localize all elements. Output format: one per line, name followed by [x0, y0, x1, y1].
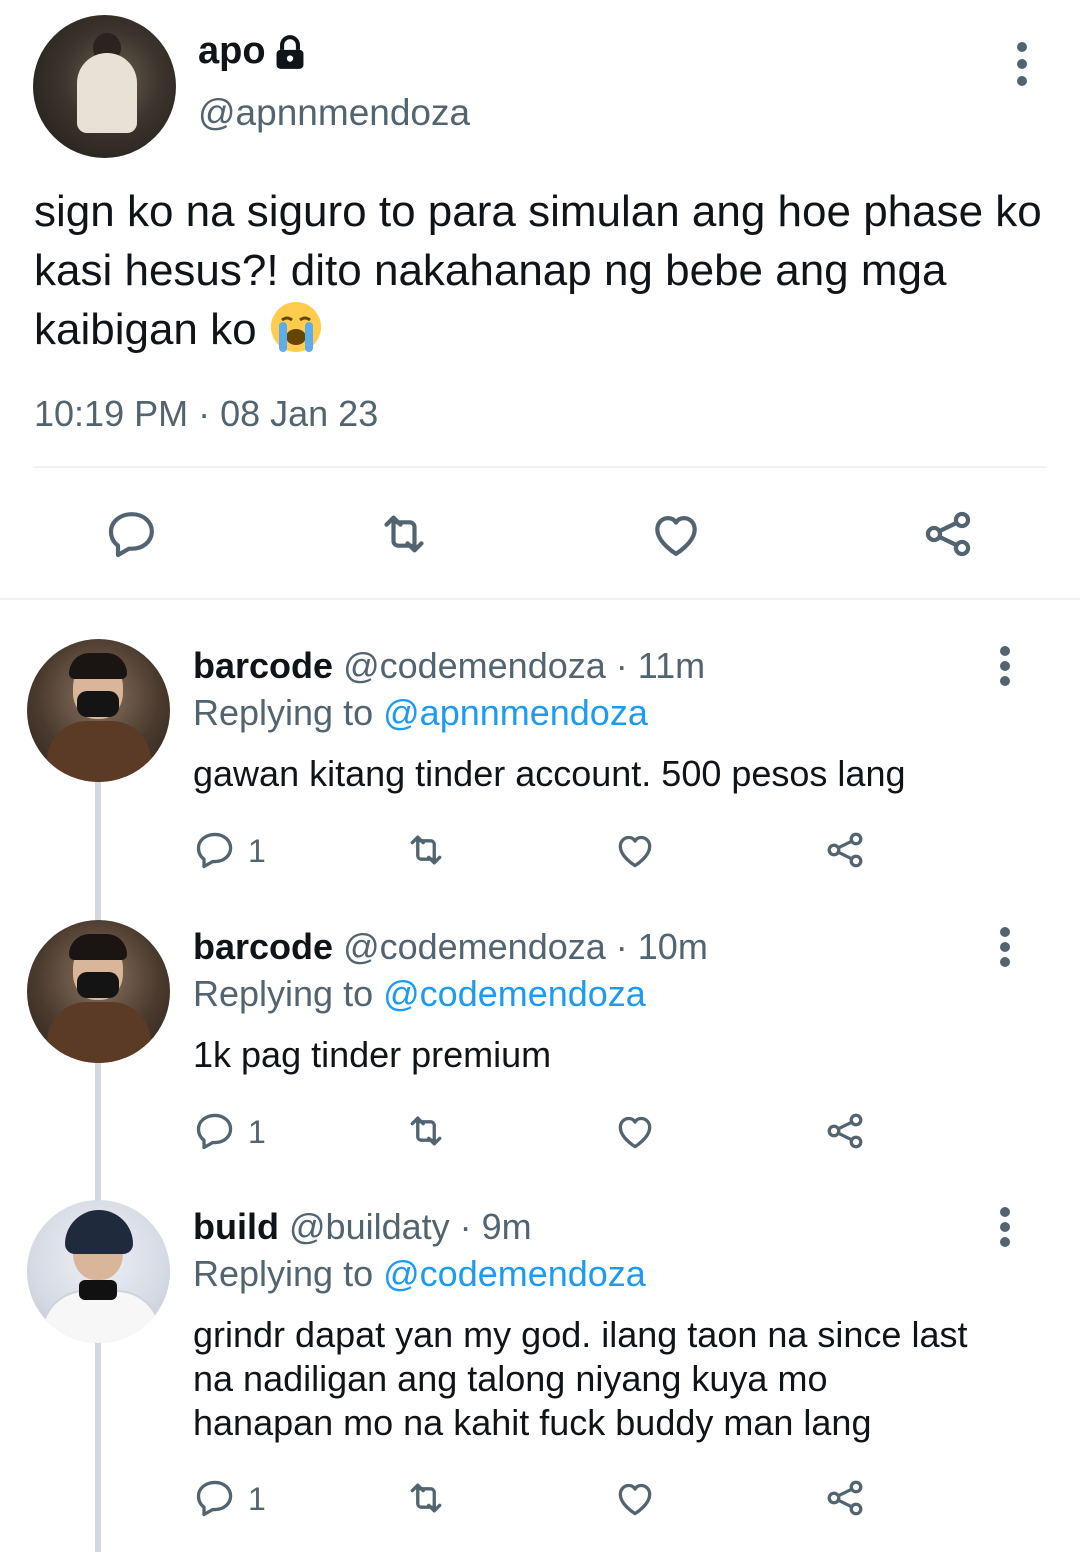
share-icon[interactable]	[823, 1476, 867, 1520]
reply-author-handle[interactable]: @buildaty	[289, 1206, 450, 1247]
reply-author-handle[interactable]: @codemendoza	[343, 645, 606, 686]
like-icon[interactable]	[648, 506, 704, 562]
reply-text: 1k pag tinder premium	[193, 1034, 552, 1075]
reply-author-name[interactable]: barcode	[193, 926, 333, 967]
loudly-crying-face-icon	[270, 302, 321, 352]
reply-avatar[interactable]	[27, 920, 170, 1063]
reply-count: 1	[248, 1114, 266, 1150]
retweet-icon[interactable]	[404, 1476, 448, 1520]
reply-author-name[interactable]: build	[193, 1206, 279, 1247]
reply-author-name[interactable]: barcode	[193, 645, 333, 686]
reply-text: gawan kitang tinder account. 500 pesos l…	[193, 753, 906, 794]
replying-to-label: Replying to	[193, 973, 374, 1014]
avatar[interactable]	[33, 15, 176, 158]
tweet-text-body: sign ko na siguro to para simulan ang ho…	[34, 187, 1042, 354]
reply-time: · 10m	[615, 926, 708, 967]
replying-to: Replying to @apnnmendoza	[193, 692, 648, 734]
replying-to: Replying to @codemendoza	[193, 973, 646, 1015]
tweet-text: sign ko na siguro to para simulan ang ho…	[34, 182, 1044, 359]
reply-icon[interactable]	[193, 828, 237, 872]
divider	[33, 466, 1047, 468]
like-icon[interactable]	[613, 1476, 657, 1520]
reply-icon[interactable]	[104, 506, 160, 562]
author-handle[interactable]: @apnnmendoza	[198, 92, 470, 134]
reply-icon[interactable]	[193, 1109, 237, 1153]
mention-link[interactable]: @codemendoza	[383, 973, 646, 1014]
author-name[interactable]: apo	[198, 30, 266, 73]
more-icon[interactable]	[997, 644, 1013, 692]
share-icon[interactable]	[823, 1109, 867, 1153]
replying-to-label: Replying to	[193, 1253, 374, 1294]
retweet-icon[interactable]	[376, 506, 432, 562]
reply-avatar[interactable]	[27, 639, 170, 782]
reply-header: barcode @codemendoza · 11m	[193, 645, 705, 687]
reply-avatar[interactable]	[27, 1200, 170, 1343]
replying-to: Replying to @codemendoza	[193, 1253, 646, 1295]
reply-icon[interactable]	[193, 1476, 237, 1520]
reply-header: barcode @codemendoza · 10m	[193, 926, 708, 968]
replying-to-label: Replying to	[193, 692, 374, 733]
retweet-icon[interactable]	[404, 1109, 448, 1153]
share-icon[interactable]	[823, 828, 867, 872]
thread-line	[95, 780, 101, 1552]
retweet-icon[interactable]	[404, 828, 448, 872]
reply-author-handle[interactable]: @codemendoza	[343, 926, 606, 967]
section-divider	[0, 598, 1080, 600]
more-icon[interactable]	[997, 1205, 1013, 1253]
reply-time: · 9m	[459, 1206, 532, 1247]
reply-text: grindr dapat yan my god. ilang taon na s…	[193, 1314, 968, 1443]
like-icon[interactable]	[613, 1109, 657, 1153]
mention-link[interactable]: @codemendoza	[383, 1253, 646, 1294]
reply-count: 1	[248, 833, 266, 869]
reply-count: 1	[248, 1481, 266, 1517]
tweet-timestamp[interactable]: 10:19 PM · 08 Jan 23	[34, 393, 378, 435]
lock-icon	[276, 35, 304, 69]
more-icon[interactable]	[1014, 40, 1030, 88]
like-icon[interactable]	[613, 828, 657, 872]
reply-time: · 11m	[615, 645, 706, 686]
reply-header: build @buildaty · 9m	[193, 1206, 532, 1248]
share-icon[interactable]	[920, 506, 976, 562]
mention-link[interactable]: @apnnmendoza	[383, 692, 648, 733]
more-icon[interactable]	[997, 925, 1013, 973]
